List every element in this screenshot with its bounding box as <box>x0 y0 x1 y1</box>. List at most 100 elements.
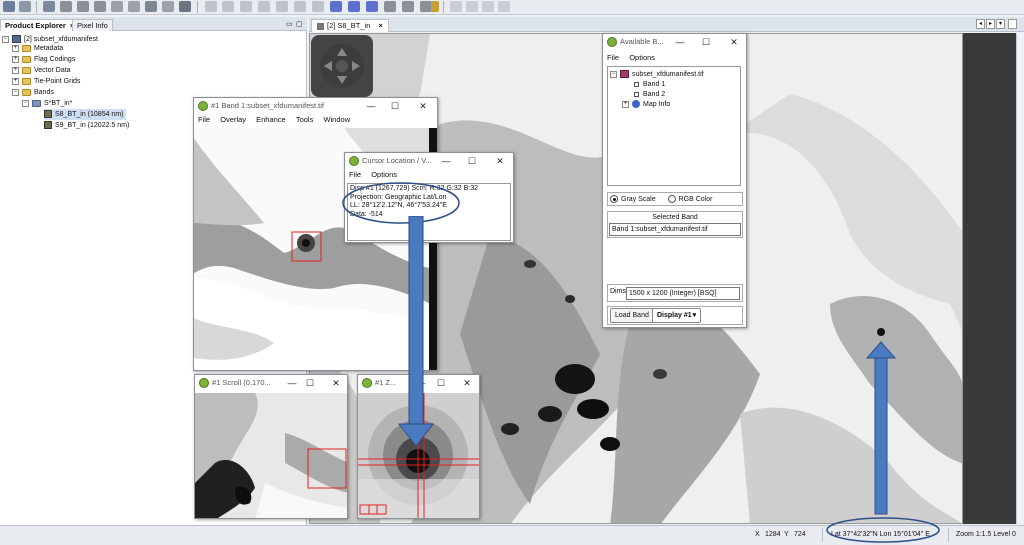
tab-list-icon[interactable]: ▾ <box>996 19 1005 29</box>
ellipse-tool-icon[interactable] <box>348 1 360 12</box>
tab-product-explorer[interactable]: Product Explorer× <box>0 19 80 31</box>
menu-file[interactable]: File <box>349 170 361 179</box>
expand-icon[interactable]: + <box>12 66 19 74</box>
tree-item-vector-data[interactable]: + Vector Data <box>12 65 71 76</box>
eye-alt-icon[interactable] <box>77 1 89 12</box>
minimize-button[interactable]: — <box>364 98 378 114</box>
tree-label: [2] subset_xfdumanifest <box>24 36 98 43</box>
expand-icon[interactable]: + <box>622 100 629 108</box>
tile-horizontal-icon[interactable] <box>450 1 462 12</box>
maximize-button[interactable]: ☐ <box>388 98 402 114</box>
maximize-button[interactable]: ☐ <box>434 375 448 391</box>
pin-tool-icon[interactable] <box>258 1 270 12</box>
minimize-panel-icon[interactable]: ▭ <box>286 20 293 28</box>
star-icon[interactable] <box>162 1 174 12</box>
menu-options[interactable]: Options <box>629 53 655 62</box>
toolbar-separator <box>197 1 198 13</box>
polygon-tool-icon[interactable] <box>366 1 378 12</box>
menu-enhance[interactable]: Enhance <box>256 115 286 124</box>
tree-item-band-group[interactable]: − S*BT_in* <box>22 98 72 109</box>
tile-vertical-icon[interactable] <box>466 1 478 12</box>
maximize-panel-icon[interactable]: ▢ <box>296 20 303 28</box>
maximize-button[interactable]: ☐ <box>303 375 317 391</box>
band-list-file-label: subset_xfdumanifest.tif <box>632 71 704 78</box>
menu-options[interactable]: Options <box>371 170 397 179</box>
cloud-icon[interactable] <box>128 1 140 12</box>
scroll-image <box>195 393 347 518</box>
selected-band-box: Selected Band Band 1:subset_xfdumanifest… <box>607 211 743 238</box>
scroll-image-canvas[interactable] <box>195 393 347 518</box>
band-list-map-info[interactable]: + Map Info <box>622 99 670 110</box>
rectangle-tool-icon[interactable] <box>330 1 342 12</box>
polyline-tool-icon[interactable] <box>294 1 306 12</box>
band-item-label: Band 1 <box>643 81 666 88</box>
range-tool-icon[interactable] <box>312 1 324 12</box>
menu-file[interactable]: File <box>198 115 210 124</box>
main-toolbar <box>0 0 1024 15</box>
tree-item-flag-codings[interactable]: + Flag Codings <box>12 54 75 65</box>
collapse-icon[interactable]: − <box>22 99 29 107</box>
tile-evenly-icon[interactable] <box>498 1 510 12</box>
folder-icon <box>22 88 31 96</box>
tree-item-band-s8[interactable]: S8_BT_in (10854 nm) <box>44 109 127 120</box>
expand-icon[interactable]: + <box>12 77 19 85</box>
globe-icon <box>632 100 640 109</box>
tab-pixel-info[interactable]: Pixel Info <box>72 19 113 31</box>
menu-overlay[interactable]: Overlay <box>220 115 246 124</box>
filter-icon[interactable] <box>94 1 106 12</box>
layers-icon[interactable] <box>43 1 55 12</box>
display-dropdown[interactable]: Display #1▾ <box>652 308 702 323</box>
draw-tool-icon[interactable] <box>402 1 414 12</box>
tree-item-bands[interactable]: − Bands <box>12 87 54 98</box>
collapse-icon[interactable]: − <box>12 88 19 96</box>
window-title: Cursor Location / V... — ☐ ✕ <box>345 153 513 169</box>
load-band-button[interactable]: Load Band <box>610 308 654 323</box>
tab-scroll-left-icon[interactable]: ◂ <box>976 19 985 29</box>
tree-item-tie-point-grids[interactable]: + Tie-Point Grids <box>12 76 80 87</box>
gray-scale-radio[interactable]: Gray Scale <box>610 195 656 204</box>
collapse-icon[interactable]: − <box>2 35 9 43</box>
zoom-tool-icon[interactable] <box>240 1 252 12</box>
collapse-icon[interactable]: − <box>610 70 617 78</box>
image-view-tabbar: [2] S8_BT_in × ◂ ▸ ▾ <box>309 17 1024 32</box>
menu-tools[interactable]: Tools <box>296 115 314 124</box>
band-list[interactable]: − subset_xfdumanifest.tif Band 1 Band 2 +… <box>607 66 741 186</box>
close-tab-icon[interactable]: × <box>378 21 382 30</box>
save-product-icon[interactable] <box>19 1 31 12</box>
tile-grid-icon[interactable] <box>482 1 494 12</box>
pan-tool-icon[interactable] <box>222 1 234 12</box>
dims-box: Dims 1500 x 1200 (Integer) [BSQ] <box>607 284 743 302</box>
select-tool-icon[interactable] <box>205 1 217 12</box>
magic-wand-icon[interactable] <box>384 1 396 12</box>
close-button[interactable]: ✕ <box>460 375 474 391</box>
grid-icon[interactable] <box>179 1 191 12</box>
open-product-icon[interactable] <box>3 1 15 12</box>
mask-icon[interactable] <box>111 1 123 12</box>
menu-window[interactable]: Window <box>323 115 350 124</box>
close-button[interactable]: ✕ <box>416 98 430 114</box>
close-button[interactable]: ✕ <box>727 34 741 50</box>
line-tool-icon[interactable] <box>276 1 288 12</box>
expand-icon[interactable]: + <box>12 55 19 63</box>
minimize-button[interactable]: — <box>285 375 299 391</box>
window-title-text: #1 Band 1:subset_xfdumanifest.tif <box>211 101 324 110</box>
minimize-button[interactable]: — <box>673 34 687 50</box>
tree-item-metadata[interactable]: + Metadata <box>12 43 63 54</box>
tab-scroll-right-icon[interactable]: ▸ <box>986 19 995 29</box>
pencil-tool-icon[interactable] <box>431 1 439 12</box>
maximize-button[interactable]: ☐ <box>699 34 713 50</box>
globe-icon[interactable] <box>145 1 157 12</box>
rgb-color-radio[interactable]: RGB Color <box>667 195 712 204</box>
expand-icon[interactable]: + <box>12 44 19 52</box>
close-button[interactable]: ✕ <box>493 153 507 169</box>
close-button[interactable]: ✕ <box>329 375 343 391</box>
minimize-button[interactable]: — <box>439 153 453 169</box>
menu-file[interactable]: File <box>607 53 619 62</box>
eye-icon[interactable] <box>60 1 72 12</box>
scroll-window: #1 Scroll (0.170... — ☐ ✕ <box>194 374 348 519</box>
tab-image-view[interactable]: [2] S8_BT_in × <box>311 19 389 32</box>
maximize-view-icon[interactable] <box>1008 19 1017 29</box>
maximize-button[interactable]: ☐ <box>465 153 479 169</box>
status-separator <box>822 528 823 542</box>
tree-item-band-s9[interactable]: S9_BT_in (12022.5 nm) <box>44 120 129 131</box>
